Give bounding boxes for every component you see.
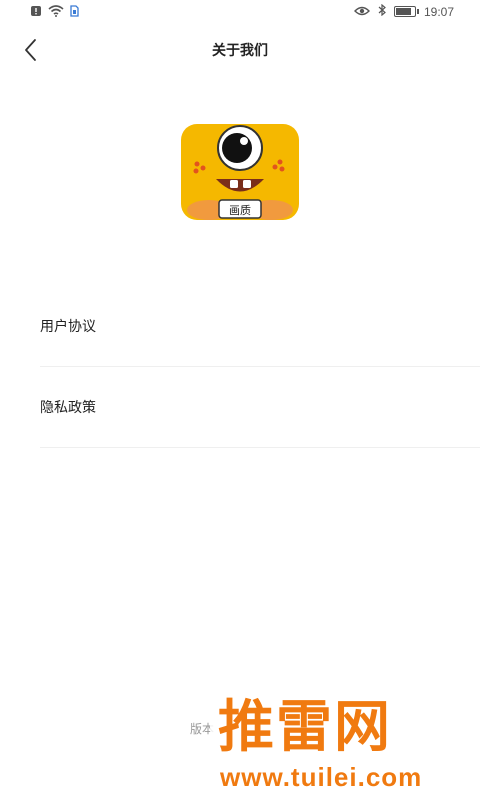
privacy-policy-item[interactable]: 隐私政策 xyxy=(40,367,480,448)
header: 关于我们 xyxy=(0,24,480,76)
sim-icon xyxy=(70,5,79,20)
battery-icon xyxy=(393,6,419,17)
notification-icon xyxy=(30,5,42,20)
status-bar: 19:07 xyxy=(0,0,480,24)
page-title: 关于我们 xyxy=(212,43,268,59)
logo-label: 画质 xyxy=(229,204,251,217)
status-right: 19:07 xyxy=(353,3,454,19)
status-left xyxy=(30,5,79,20)
bluetooth-icon xyxy=(378,3,386,19)
app-logo: 画质 xyxy=(181,124,299,220)
watermark-url: www.tuilei.com xyxy=(220,762,423,792)
wifi-icon xyxy=(48,5,64,20)
menu-item-label: 用户协议 xyxy=(40,319,96,335)
watermark: 推雷网 www.tuilei.com xyxy=(210,680,480,800)
eye-icon xyxy=(353,5,370,19)
watermark-brand: 推雷网 xyxy=(218,695,392,760)
user-agreement-item[interactable]: 用户协议 xyxy=(40,286,480,367)
status-time: 19:07 xyxy=(423,4,454,19)
menu-list: 用户协议 隐私政策 xyxy=(40,286,480,448)
menu-item-label: 隐私政策 xyxy=(40,400,96,416)
